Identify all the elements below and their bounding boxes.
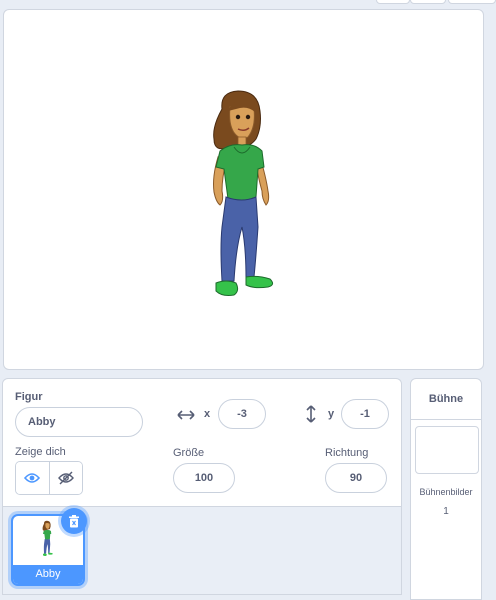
y-label: y xyxy=(328,408,335,420)
x-label: x xyxy=(204,408,211,420)
sprite-tile-label: Abby xyxy=(13,565,83,584)
backdrops-count: 1 xyxy=(443,506,449,517)
vertical-arrows-icon xyxy=(306,405,316,423)
y-position-input[interactable]: -1 xyxy=(341,399,389,429)
horizontal-arrows-icon xyxy=(177,410,195,420)
visibility-toggle xyxy=(15,461,83,495)
abby-thumbnail xyxy=(42,520,53,557)
x-position-input[interactable]: -3 xyxy=(218,399,266,429)
eye-icon xyxy=(24,473,41,483)
trash-icon xyxy=(69,514,79,527)
direction-label: Richtung xyxy=(325,447,369,459)
stage-thumbnail[interactable] xyxy=(415,426,479,474)
sprite-info-panel: Figur Abby x -3 y -1 Zeige dich Größe 10… xyxy=(2,378,402,507)
delete-sprite-button[interactable] xyxy=(61,508,87,534)
eye-slash-icon xyxy=(57,471,74,485)
top-toolbar-button[interactable] xyxy=(376,0,410,4)
backdrops-label: Bühnenbilder xyxy=(419,487,473,497)
show-sprite-button[interactable] xyxy=(16,462,49,494)
sprite-name-input[interactable]: Abby xyxy=(15,407,143,437)
direction-input[interactable]: 90 xyxy=(325,463,387,493)
stage-canvas[interactable] xyxy=(3,9,484,370)
show-label: Zeige dich xyxy=(15,446,66,458)
top-toolbar-button[interactable] xyxy=(410,0,446,4)
top-toolbar-button[interactable] xyxy=(448,0,496,4)
size-label: Größe xyxy=(173,447,205,459)
stage-selector-panel[interactable]: Bühne Bühnenbilder 1 xyxy=(410,378,482,600)
abby-sprite[interactable] xyxy=(200,87,290,307)
stage-panel-title: Bühne xyxy=(411,379,481,420)
size-input[interactable]: 100 xyxy=(173,463,235,493)
sprite-label: Figur xyxy=(15,391,43,403)
hide-sprite-button[interactable] xyxy=(48,462,82,494)
